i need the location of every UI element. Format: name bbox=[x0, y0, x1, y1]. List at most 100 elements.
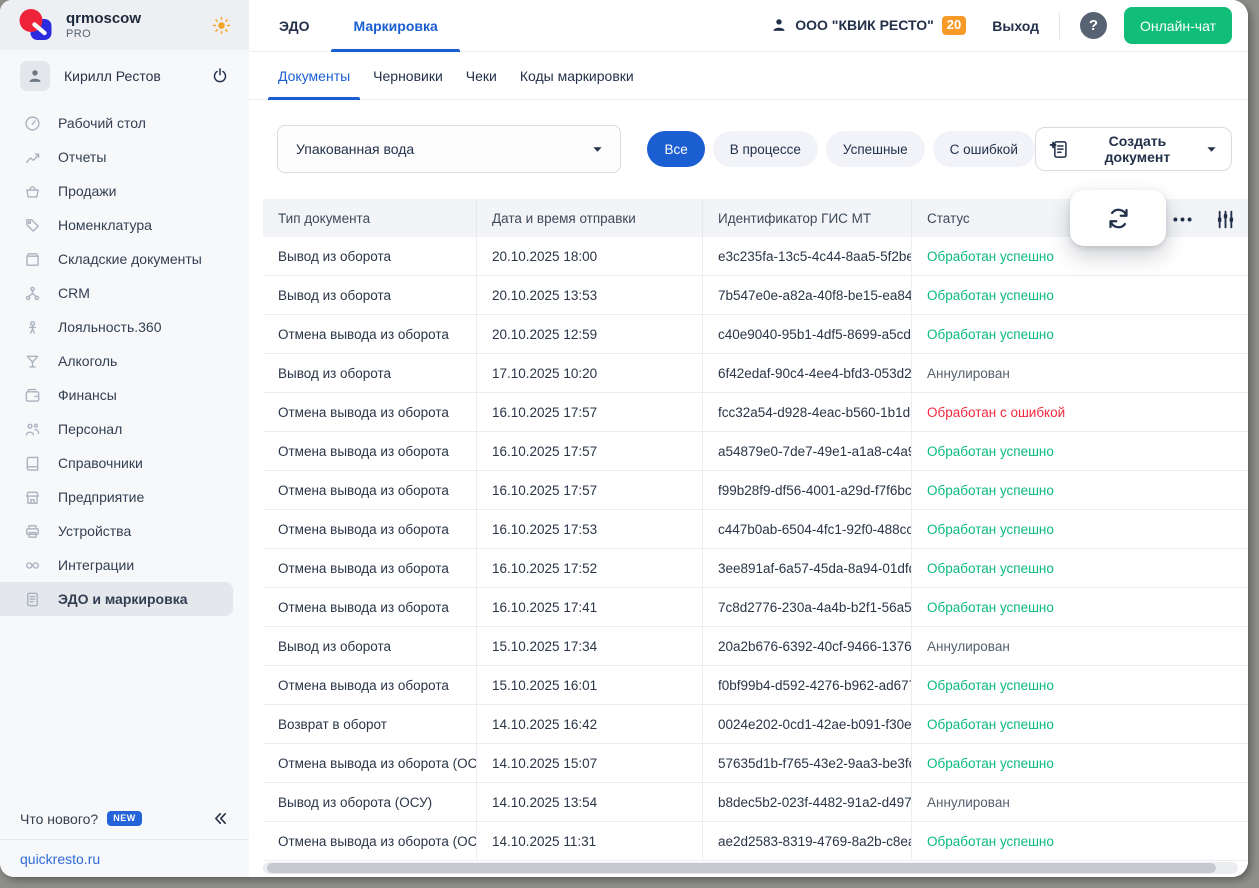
cell-datetime: 14.10.2025 16:42 bbox=[477, 705, 703, 743]
table-row[interactable]: Вывод из оборота (ОСУ) 14.10.2025 13:54 b8… bbox=[263, 783, 1248, 822]
chip-all[interactable]: Все bbox=[647, 131, 705, 167]
sidebar-item-label: Устройства bbox=[58, 523, 132, 539]
online-chat-button[interactable]: Онлайн-чат bbox=[1124, 7, 1232, 44]
sidebar-item-reports[interactable]: Отчеты bbox=[0, 140, 249, 174]
top-right-cluster: ООО "КВИК РЕСТО" 20 Выход Онлайн-чат bbox=[771, 0, 1232, 51]
sidebar-item-label: Складские документы bbox=[58, 251, 202, 267]
integrations-icon bbox=[23, 557, 41, 574]
cell-datetime: 17.10.2025 10:20 bbox=[477, 354, 703, 392]
cell-status: Обработан успешно bbox=[927, 677, 1054, 693]
subtab-marking-codes[interactable]: Коды маркировки bbox=[510, 52, 644, 99]
sidebar-item-enterprise[interactable]: Предприятие bbox=[0, 480, 249, 514]
sidebar-item-staff[interactable]: Персонал bbox=[0, 412, 249, 446]
cell-status: Обработан с ошибкой bbox=[927, 404, 1066, 420]
more-actions-button[interactable] bbox=[1166, 207, 1198, 231]
sidebar-item-label: Справочники bbox=[58, 455, 143, 471]
alcohol-icon bbox=[23, 353, 41, 370]
logout-link[interactable]: Выход bbox=[992, 18, 1039, 34]
sub-tabs: Документы Черновики Чеки Коды маркировки bbox=[249, 52, 1248, 100]
sidebar-menu: Рабочий стол Отчеты Продажи Номенклатура Скл… bbox=[0, 102, 249, 810]
cell-gis-id: 20a2b676-6392-40cf-9466-13761b... bbox=[703, 627, 912, 665]
cell-gis-id: 6f42edaf-90c4-4ee4-bfd3-053d262... bbox=[703, 354, 912, 392]
sidebar-item-integrations[interactable]: Интеграции bbox=[0, 548, 249, 582]
scrollbar-thumb[interactable] bbox=[267, 863, 1216, 873]
cell-gis-id: f0bf99b4-d592-4276-b962-ad67723... bbox=[703, 666, 912, 704]
cell-gis-id: a54879e0-7de7-49e1-a1a8-c4a9ba... bbox=[703, 432, 912, 470]
help-button[interactable] bbox=[1080, 12, 1108, 39]
sidebar-item-label: Продажи bbox=[58, 183, 117, 199]
table-row[interactable]: Вывод из оборота 17.10.2025 10:20 6f42edaf… bbox=[263, 354, 1248, 393]
sidebar-item-loyalty[interactable]: Лояльность.360 bbox=[0, 310, 249, 344]
chip-in-progress[interactable]: В процессе bbox=[712, 131, 818, 167]
cell-gis-id: ae2d2583-8319-4769-8a2b-c8eab8f... bbox=[703, 822, 912, 860]
edo-icon bbox=[23, 591, 41, 608]
cell-type: Отмена вывода из оборота bbox=[263, 549, 477, 587]
theme-toggle-icon[interactable] bbox=[212, 16, 231, 35]
brand-block: qrmoscow PRO bbox=[0, 0, 249, 50]
quickresto-logo-icon bbox=[18, 7, 54, 43]
filter-row: Упакованная вода Все В процессе Успешные С … bbox=[249, 100, 1248, 173]
table-settings-button[interactable] bbox=[1209, 203, 1241, 235]
refresh-icon bbox=[1105, 205, 1132, 232]
cell-datetime: 16.10.2025 17:53 bbox=[477, 510, 703, 548]
subtab-documents[interactable]: Документы bbox=[268, 52, 361, 100]
table-row[interactable]: Отмена вывода из оборота 16.10.2025 17:57… bbox=[263, 393, 1248, 432]
chip-successful[interactable]: Успешные bbox=[825, 131, 925, 167]
table-row[interactable]: Отмена вывода из оборота 16.10.2025 17:53… bbox=[263, 510, 1248, 549]
sidebar-item-devices[interactable]: Устройства bbox=[0, 514, 249, 548]
sidebar-item-label: Интеграции bbox=[58, 557, 135, 573]
top-bar: ЭДО Маркировка ООО "КВИК РЕСТО" 20 Выход … bbox=[249, 0, 1248, 52]
table-row[interactable]: Отмена вывода из оборота 20.10.2025 12:59… bbox=[263, 315, 1248, 354]
cell-status: Обработан успешно bbox=[927, 599, 1054, 615]
sidebar-item-crm[interactable]: CRM bbox=[0, 276, 249, 310]
table-row[interactable]: Возврат в оборот 14.10.2025 16:42 0024e202… bbox=[263, 705, 1248, 744]
quickresto-link[interactable]: quickresto.ru bbox=[0, 851, 249, 867]
status-filter-chips: Все В процессе Успешные С ошибкой bbox=[647, 131, 1035, 167]
cell-status: Обработан успешно bbox=[927, 287, 1054, 303]
sidebar-item-directories[interactable]: Справочники bbox=[0, 446, 249, 480]
brand-text: qrmoscow PRO bbox=[66, 10, 141, 39]
column-header: Тип документа bbox=[263, 199, 477, 237]
cell-datetime: 16.10.2025 17:57 bbox=[477, 393, 703, 431]
divider bbox=[1059, 12, 1061, 39]
table-row[interactable]: Отмена вывода из оборота 15.10.2025 16:01… bbox=[263, 666, 1248, 705]
cell-type: Возврат в оборот bbox=[263, 705, 477, 743]
collapse-sidebar-button[interactable] bbox=[212, 810, 229, 827]
sidebar-item-sales[interactable]: Продажи bbox=[0, 174, 249, 208]
whats-new-link[interactable]: Что нового? bbox=[20, 811, 98, 827]
subtab-receipts[interactable]: Чеки bbox=[456, 52, 507, 99]
table-row[interactable]: Отмена вывода из оборота 16.10.2025 17:41… bbox=[263, 588, 1248, 627]
product-filter-select[interactable]: Упакованная вода bbox=[277, 125, 622, 173]
table-row[interactable]: Отмена вывода из оборота 16.10.2025 17:57… bbox=[263, 471, 1248, 510]
cell-type: Вывод из оборота bbox=[263, 354, 477, 392]
enterprise-icon bbox=[23, 489, 41, 506]
cell-datetime: 16.10.2025 17:57 bbox=[477, 432, 703, 470]
sidebar-item-alcohol[interactable]: Алкоголь bbox=[0, 344, 249, 378]
table-row[interactable]: Отмена вывода из оборота 16.10.2025 17:52… bbox=[263, 549, 1248, 588]
sidebar-item-edo[interactable]: ЭДО и маркировка bbox=[0, 582, 233, 616]
sidebar-item-nomenclature[interactable]: Номенклатура bbox=[0, 208, 249, 242]
cell-status: Обработан успешно bbox=[927, 326, 1054, 342]
subtab-drafts[interactable]: Черновики bbox=[363, 52, 453, 99]
cell-status: Аннулирован bbox=[927, 794, 1010, 810]
cell-datetime: 14.10.2025 11:31 bbox=[477, 822, 703, 860]
table-row[interactable]: Вывод из оборота 20.10.2025 13:53 7b547e0e… bbox=[263, 276, 1248, 315]
table-row[interactable]: Вывод из оборота 15.10.2025 17:34 20a2b676… bbox=[263, 627, 1248, 666]
sidebar-item-dashboard[interactable]: Рабочий стол bbox=[0, 106, 249, 140]
cell-status: Аннулирован bbox=[927, 638, 1010, 654]
chip-with-error[interactable]: С ошибкой bbox=[932, 131, 1035, 167]
cell-datetime: 16.10.2025 17:52 bbox=[477, 549, 703, 587]
tab-edo[interactable]: ЭДО bbox=[257, 0, 331, 51]
sidebar-item-finance[interactable]: Финансы bbox=[0, 378, 249, 412]
create-document-button[interactable]: Создать документ bbox=[1034, 127, 1232, 171]
power-logout-icon[interactable] bbox=[211, 67, 229, 85]
table-row[interactable]: Отмена вывода из оборота 16.10.2025 17:57… bbox=[263, 432, 1248, 471]
tab-markirovka[interactable]: Маркировка bbox=[331, 0, 461, 52]
table-row[interactable]: Отмена вывода из оборота (ОСУ) 14.10.2025… bbox=[263, 744, 1248, 783]
table-row[interactable]: Отмена вывода из оборота (ОСУ) 14.10.2025… bbox=[263, 822, 1248, 861]
refresh-button[interactable] bbox=[1070, 190, 1166, 246]
sliders-icon bbox=[1215, 209, 1236, 230]
sidebar-item-warehouse[interactable]: Складские документы bbox=[0, 242, 249, 276]
account-menu[interactable]: ООО "КВИК РЕСТО" 20 bbox=[771, 16, 967, 35]
sidebar-item-label: Номенклатура bbox=[58, 217, 152, 233]
